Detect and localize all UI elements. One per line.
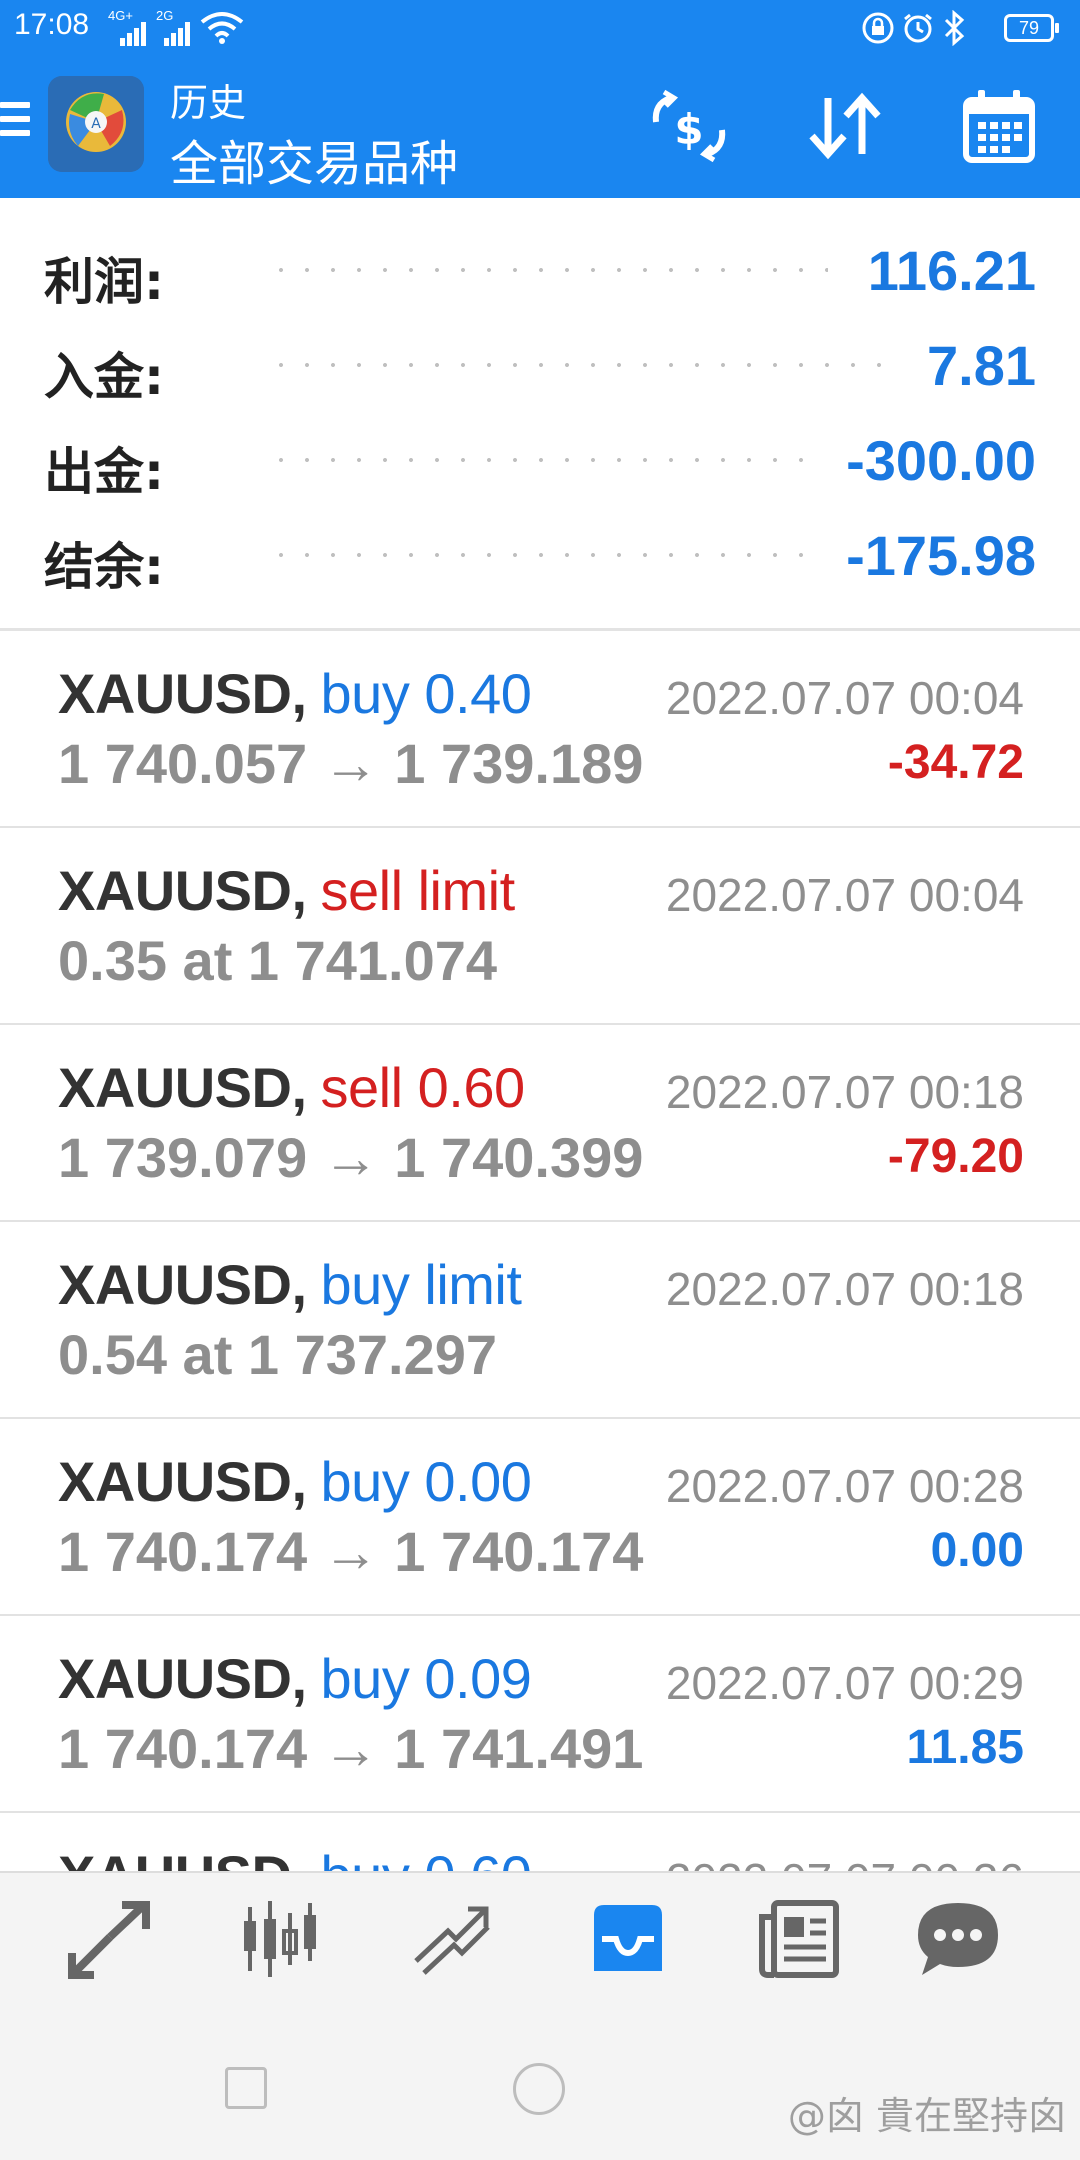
trade-date: 2022.07.07 00:04 xyxy=(665,672,1024,724)
network-label-2: 2G xyxy=(156,8,174,23)
summary-panel: 利润: 116.21 入金: 7.81 出金: -300.00 结余: -175… xyxy=(0,198,1080,630)
metatrader-logo: A xyxy=(48,76,144,172)
dotted-leader xyxy=(268,268,828,272)
trade-icon xyxy=(414,1906,490,1975)
trade-profit: 0.00 xyxy=(930,1524,1024,1577)
battery-indicator: 79 xyxy=(1004,14,1059,42)
system-navigation: @囟 貴在堅持囟 xyxy=(0,2011,1080,2160)
news-icon xyxy=(759,1900,839,1978)
alarm-icon xyxy=(904,13,932,43)
trade-prices: 0.35 at 1 741.074 xyxy=(58,929,498,992)
trade-prices: 1 740.174 → 1 741.491 xyxy=(58,1717,644,1780)
trade-action: buy 0.60 xyxy=(321,1844,532,1871)
status-bar: 17:08 4G+ 2G 79 xyxy=(0,0,1080,56)
balance-operations-icon: $ xyxy=(652,89,726,163)
trade-date: 2022.07.07 00:36 xyxy=(666,1853,1024,1871)
trade-row[interactable]: XAUUSD, buy 0.09 1 740.174 → 1 741.491 20… xyxy=(0,1616,1080,1813)
trade-date: 2022.07.07 00:29 xyxy=(665,1657,1024,1709)
trade-action: sell 0.60 xyxy=(320,1056,526,1119)
trade-symbol: XAUUSD, xyxy=(58,1056,307,1119)
trade-symbol: XAUUSD, xyxy=(58,1253,307,1316)
dotted-leader xyxy=(268,363,888,367)
summary-value: -300.00 xyxy=(846,429,1036,492)
calendar-button[interactable] xyxy=(956,82,1046,172)
wifi-icon xyxy=(200,12,244,44)
calendar-icon xyxy=(963,90,1035,163)
page-title: 历史 xyxy=(170,81,247,125)
trade-profit: -79.20 xyxy=(887,1130,1024,1183)
trade-prices: 1 740.174 → 1 740.174 xyxy=(58,1520,644,1583)
summary-label: 出金: xyxy=(44,443,164,501)
nav-chat[interactable] xyxy=(910,1891,1006,1987)
bluetooth-icon xyxy=(944,10,965,46)
summary-label: 结余: xyxy=(44,538,164,596)
recent-apps-button[interactable] xyxy=(225,2067,267,2109)
trade-date: 2022.07.07 00:28 xyxy=(665,1460,1024,1512)
summary-label: 入金: xyxy=(44,348,164,406)
quotes-icon xyxy=(68,1901,150,1979)
summary-label: 利润: xyxy=(44,253,164,311)
trade-row[interactable]: XAUUSD, buy limit 0.54 at 1 737.297 2022.… xyxy=(0,1222,1080,1419)
trade-symbol: XAUUSD, xyxy=(58,1647,307,1710)
summary-row-withdrawal: 出金: -300.00 xyxy=(0,410,1080,501)
trade-row[interactable]: XAUUSD, buy 0.60 2022.07.07 00:36 xyxy=(0,1813,1080,1871)
nav-quotes[interactable] xyxy=(62,1891,158,1987)
nav-news[interactable] xyxy=(752,1891,848,1987)
trade-action: sell limit xyxy=(320,859,516,922)
app-header: A 历史 全部交易品种 $ xyxy=(0,56,1080,198)
trade-action: buy limit xyxy=(320,1253,522,1316)
trade-symbol: XAUUSD, xyxy=(58,1450,307,1513)
sort-icon xyxy=(809,92,881,160)
trade-prices: 0.54 at 1 737.297 xyxy=(58,1323,498,1386)
bottom-navigation xyxy=(0,1871,1080,2011)
status-time: 17:08 xyxy=(14,8,90,41)
trade-action: buy 0.40 xyxy=(320,662,532,725)
trade-prices: 1 739.079 → 1 740.399 xyxy=(58,1126,644,1189)
trade-profit: 11.85 xyxy=(906,1721,1024,1774)
status-right-icons: 79 xyxy=(862,6,1062,50)
summary-row-balance: 结余: -175.98 xyxy=(0,505,1080,596)
trade-symbol: XAUUSD, xyxy=(58,662,307,725)
watermark: @囟 貴在堅持囟 xyxy=(787,2094,1066,2138)
trade-prices: 1 740.057 → 1 739.189 xyxy=(58,732,644,795)
balance-operations-button[interactable]: $ xyxy=(644,82,734,172)
svg-text:$: $ xyxy=(674,105,703,154)
trade-row[interactable]: XAUUSD, buy 0.40 1 740.057 → 1 739.189 20… xyxy=(0,631,1080,828)
trade-date: 2022.07.07 00:18 xyxy=(665,1263,1024,1315)
trade-symbol: XAUUSD, xyxy=(58,1844,307,1871)
trade-action: buy 0.09 xyxy=(320,1647,532,1710)
nav-trade[interactable] xyxy=(404,1891,500,1987)
history-icon xyxy=(594,1905,662,1971)
home-button[interactable] xyxy=(513,2063,565,2115)
dotted-leader xyxy=(268,458,808,462)
summary-value: 116.21 xyxy=(867,239,1036,302)
nav-chart[interactable] xyxy=(232,1891,328,1987)
nav-history[interactable] xyxy=(580,1891,676,1987)
trade-action: buy 0.00 xyxy=(320,1450,532,1513)
lock-icon xyxy=(862,12,894,44)
trade-row[interactable]: XAUUSD, sell 0.60 1 739.079 → 1 740.399 2… xyxy=(0,1025,1080,1222)
signal-indicators: 4G+ 2G xyxy=(108,8,248,46)
trade-row[interactable]: XAUUSD, buy 0.00 1 740.174 → 1 740.174 20… xyxy=(0,1419,1080,1616)
summary-value: 7.81 xyxy=(927,334,1036,397)
trade-history-list[interactable]: XAUUSD, buy 0.40 1 740.057 → 1 739.189 20… xyxy=(0,631,1080,1871)
svg-text:A: A xyxy=(91,116,101,132)
trade-date: 2022.07.07 00:04 xyxy=(665,869,1024,921)
summary-value: -175.98 xyxy=(846,524,1036,587)
summary-row-profit: 利润: 116.21 xyxy=(0,220,1080,311)
trade-profit: -34.72 xyxy=(887,736,1024,789)
sort-button[interactable] xyxy=(800,82,890,172)
symbol-filter[interactable]: 全部交易品种 xyxy=(170,124,458,194)
dotted-leader xyxy=(268,553,808,557)
trade-row[interactable]: XAUUSD, sell limit 0.35 at 1 741.074 2022… xyxy=(0,828,1080,1025)
chat-icon xyxy=(918,1903,998,1975)
network-label-1: 4G+ xyxy=(108,8,133,23)
chart-icon xyxy=(244,1901,316,1977)
menu-icon[interactable] xyxy=(0,102,32,146)
trade-symbol: XAUUSD, xyxy=(58,859,307,922)
summary-row-deposit: 入金: 7.81 xyxy=(0,315,1080,406)
trade-date: 2022.07.07 00:18 xyxy=(665,1066,1024,1118)
